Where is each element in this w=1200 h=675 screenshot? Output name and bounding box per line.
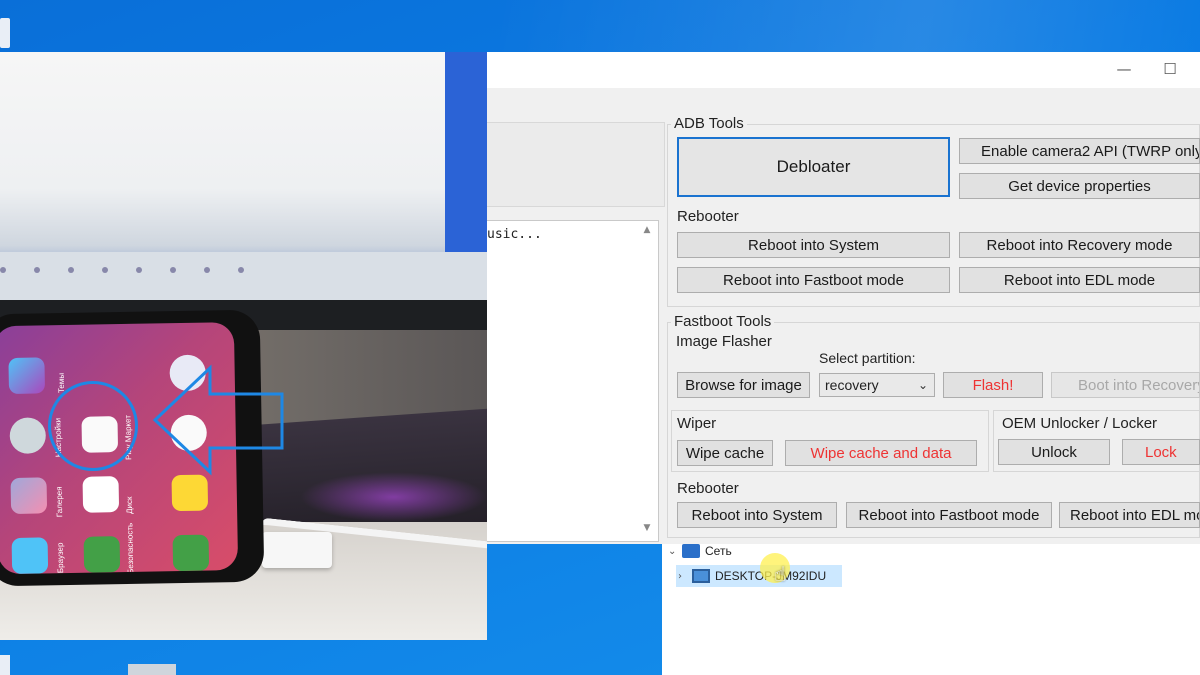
enable-camera2-button[interactable]: Enable camera2 API (TWRP only) — [959, 138, 1200, 164]
desktop-icon[interactable] — [0, 655, 10, 675]
browser-icon — [11, 537, 49, 574]
unlock-button[interactable]: Unlock — [998, 439, 1110, 465]
log-text: usic... — [487, 227, 542, 242]
oem-title: OEM Unlocker / Locker — [999, 415, 1161, 432]
boot-into-recovery-button[interactable]: Boot into Recovery — [1051, 372, 1200, 398]
title-bar: — ☐ — [487, 52, 1200, 88]
tree-item-computer[interactable]: › DESKTOP-JM92IDU — [676, 565, 842, 587]
debloater-button[interactable]: Debloater — [677, 137, 950, 197]
fastboot-reboot-fastboot-button[interactable]: Reboot into Fastboot mode — [846, 502, 1052, 528]
browse-image-button[interactable]: Browse for image — [677, 372, 810, 398]
chevron-down-icon: ⌄ — [917, 378, 928, 392]
image-flasher-title: Image Flasher — [676, 333, 772, 350]
scroll-down-icon[interactable]: ▼ — [639, 523, 655, 537]
drive-icon — [82, 476, 120, 513]
reboot-system-button[interactable]: Reboot into System — [677, 232, 950, 258]
gallery-icon — [10, 477, 48, 514]
wipe-cache-data-button[interactable]: Wipe cache and data — [785, 440, 977, 466]
lock-button[interactable]: Lock — [1122, 439, 1200, 465]
minimize-button[interactable]: — — [1109, 58, 1139, 80]
fastboot-reboot-system-button[interactable]: Reboot into System — [677, 502, 837, 528]
fastboot-rebooter-title: Rebooter — [677, 480, 739, 497]
app-label: Браузер — [55, 542, 66, 574]
security-icon — [83, 536, 121, 573]
themes-app-icon — [8, 357, 46, 394]
scroll-up-icon[interactable]: ▲ — [639, 225, 655, 239]
desktop-wallpaper-glow — [500, 0, 1200, 60]
select-partition-label: Select partition: — [819, 350, 916, 366]
usb-plug — [262, 532, 332, 568]
network-icon — [682, 544, 700, 558]
computer-icon — [692, 569, 710, 583]
get-device-properties-button[interactable]: Get device properties — [959, 173, 1200, 199]
keyboard-glow — [300, 472, 487, 522]
reboot-recovery-button[interactable]: Reboot into Recovery mode — [959, 232, 1200, 258]
partition-select-value: recovery — [825, 377, 879, 393]
log-output[interactable]: usic... ▲ ▼ — [487, 220, 659, 542]
tree-item-label: Сеть — [705, 544, 732, 558]
taskbar-item[interactable] — [128, 664, 176, 675]
app-label: Галерея — [54, 486, 65, 518]
reboot-edl-button[interactable]: Reboot into EDL mode — [959, 267, 1200, 293]
partition-select[interactable]: recovery ⌄ — [819, 373, 935, 397]
highlight-circle — [48, 381, 138, 471]
app-label: Диск — [124, 496, 135, 514]
device-info-panel — [487, 122, 665, 207]
left-arrow-annotation — [152, 364, 284, 476]
tree-item-network[interactable]: ⌄ Сеть — [668, 540, 732, 562]
app-label: Безопасность — [125, 522, 136, 574]
adb-tools-title: ADB Tools — [671, 115, 747, 132]
monitor-edge — [445, 52, 487, 252]
rebooter-title: Rebooter — [677, 208, 739, 225]
desktop-icon[interactable] — [0, 18, 10, 48]
phone-call-icon — [172, 534, 210, 572]
fastboot-tools-title: Fastboot Tools — [671, 313, 775, 330]
notes-icon — [171, 474, 209, 512]
settings-gear-icon — [9, 417, 47, 454]
maximize-button[interactable]: ☐ — [1155, 58, 1185, 80]
flash-button[interactable]: Flash! — [943, 372, 1043, 398]
reboot-fastboot-button[interactable]: Reboot into Fastboot mode — [677, 267, 950, 293]
monitor-dots — [0, 260, 300, 273]
file-explorer-tree: ⌄ Сеть › DESKTOP-JM92IDU — [662, 544, 1200, 675]
hand-cursor-icon: ☝ — [774, 562, 787, 586]
wiper-title: Wiper — [674, 415, 720, 432]
chevron-right-icon[interactable]: › — [678, 571, 692, 582]
fastboot-reboot-edl-button[interactable]: Reboot into EDL mode — [1059, 502, 1200, 528]
adb-tools-window: — ☐ usic... ▲ ▼ ADB Tools Rebooter Deblo… — [487, 52, 1200, 544]
wipe-cache-button[interactable]: Wipe cache — [677, 440, 773, 466]
chevron-down-icon[interactable]: ⌄ — [668, 546, 682, 557]
